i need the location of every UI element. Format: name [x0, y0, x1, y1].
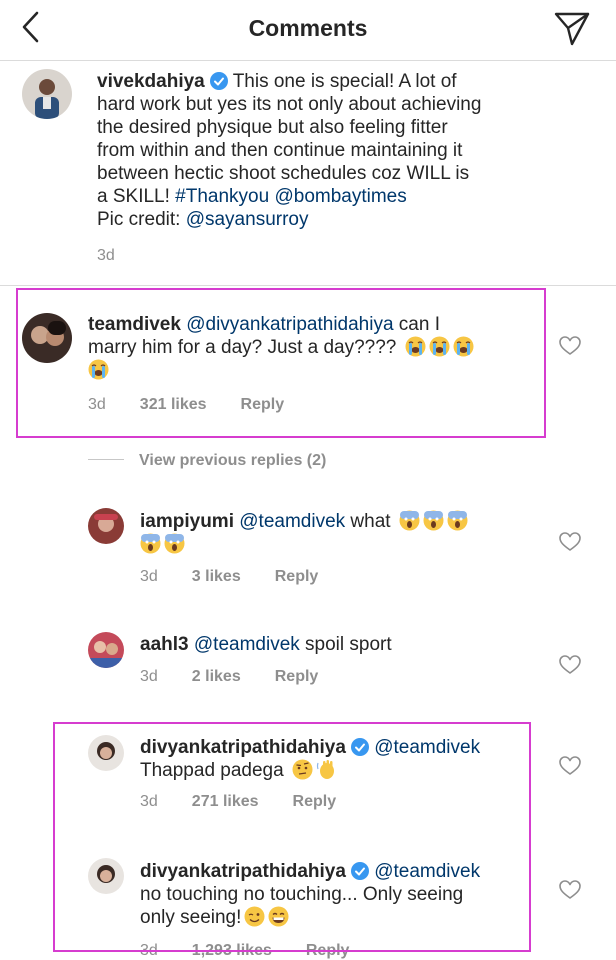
- caption-text: vivekdahiya This one is special! A lot o…: [97, 70, 577, 231]
- top-bar: Comments: [0, 0, 616, 61]
- hashtag-link[interactable]: #Thankyou: [175, 186, 269, 207]
- reply-meta: 3d 3 likes Reply: [140, 568, 352, 586]
- view-previous-label: View previous replies (2): [139, 452, 327, 469]
- reply-text-content: spoil sport: [299, 634, 392, 655]
- caption-time: 3d: [97, 247, 115, 264]
- post-caption: vivekdahiya This one is special! A lot o…: [0, 61, 616, 286]
- verified-badge-icon: [209, 72, 228, 90]
- heart-outline-icon[interactable]: [559, 336, 581, 356]
- avatar[interactable]: [22, 69, 72, 119]
- screaming-face-emoji: [164, 533, 185, 554]
- reply-username[interactable]: aahl3: [140, 634, 189, 655]
- screaming-face-emoji: [447, 510, 468, 531]
- reply-text: aahl3 @teamdivek spoil sport: [140, 633, 540, 656]
- caption-line-3: the desired physique but also feeling fi…: [97, 117, 448, 138]
- caption-line-1: This one is special! A lot of: [232, 71, 457, 92]
- paper-plane-icon: [554, 12, 590, 46]
- caption-meta: 3d: [97, 247, 149, 265]
- reply-meta: 3d 2 likes Reply: [140, 668, 352, 686]
- caption-line-2: hard work but yes its not only about ach…: [97, 94, 482, 115]
- highlight-box: [53, 722, 531, 952]
- avatar[interactable]: [88, 632, 124, 668]
- reply-button[interactable]: Reply: [275, 668, 319, 685]
- pic-credit-label: Pic credit:: [97, 209, 186, 230]
- heart-outline-icon[interactable]: [559, 756, 581, 776]
- divider-line: [88, 459, 124, 460]
- likes-count[interactable]: 2 likes: [192, 668, 241, 685]
- heart-outline-icon[interactable]: [559, 880, 581, 900]
- caption-line-5: between hectic shoot schedules coz WILL …: [97, 163, 470, 184]
- highlight-box: [16, 288, 546, 438]
- pic-credit-mention[interactable]: @sayansurroy: [186, 209, 309, 230]
- reply-time: 3d: [140, 568, 158, 585]
- mention-link[interactable]: @teamdivek: [239, 511, 345, 532]
- reply-button[interactable]: Reply: [275, 568, 319, 585]
- mention-link[interactable]: @teamdivek: [194, 634, 300, 655]
- reply-username[interactable]: iampiyumi: [140, 511, 234, 532]
- heart-outline-icon[interactable]: [559, 532, 581, 552]
- caption-line-4: from within and then continue maintainin…: [97, 140, 463, 161]
- page-title: Comments: [248, 15, 368, 41]
- reply-text: iampiyumi @teamdivek what: [140, 510, 540, 556]
- share-button[interactable]: [552, 8, 592, 48]
- mention-link[interactable]: @bombaytimes: [274, 186, 406, 207]
- likes-count[interactable]: 3 likes: [192, 568, 241, 585]
- heart-outline-icon[interactable]: [559, 655, 581, 675]
- screaming-face-emoji: [423, 510, 444, 531]
- reply-time: 3d: [140, 668, 158, 685]
- screaming-face-emoji: [140, 533, 161, 554]
- caption-line-6: a SKILL!: [97, 186, 176, 207]
- view-previous-replies-button[interactable]: View previous replies (2): [88, 452, 326, 470]
- caption-username[interactable]: vivekdahiya: [97, 71, 205, 92]
- avatar[interactable]: [88, 508, 124, 544]
- screaming-face-emoji: [399, 510, 420, 531]
- reply-text-content: what: [345, 511, 391, 532]
